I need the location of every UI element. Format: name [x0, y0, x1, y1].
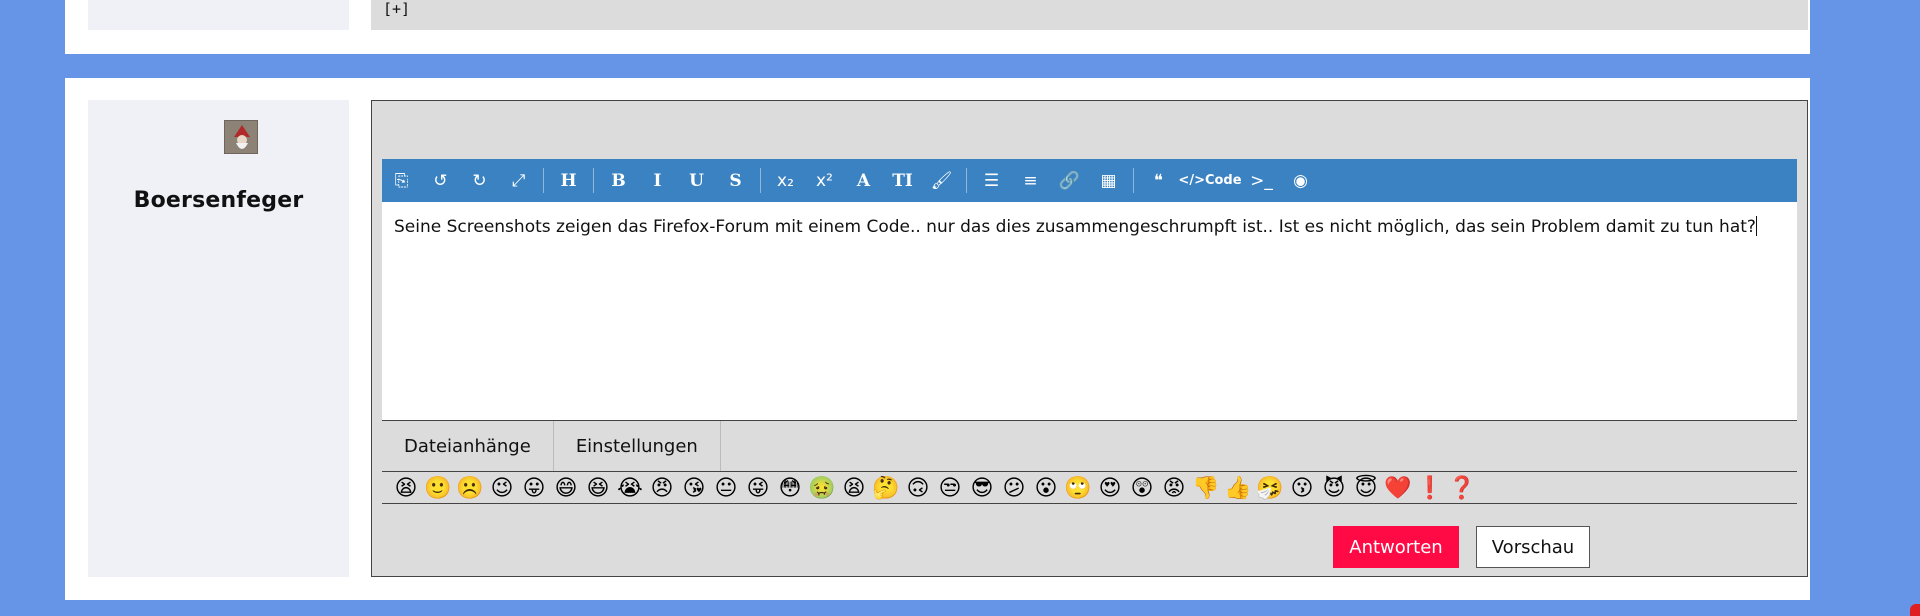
emoji-8-icon[interactable]: 😠: [648, 474, 676, 502]
emoji-32-icon[interactable]: ❗: [1416, 474, 1444, 502]
color-brush-icon[interactable]: 🖌: [922, 159, 961, 202]
emoji-9-icon[interactable]: 😘: [680, 474, 708, 502]
toolbar-separator: [760, 168, 761, 193]
text-caret: [1755, 216, 1757, 236]
emoji-10-icon[interactable]: 😐: [712, 474, 740, 502]
italic-icon[interactable]: I: [638, 159, 677, 202]
font-size-icon[interactable]: TI: [883, 159, 922, 202]
heading-icon[interactable]: H: [549, 159, 588, 202]
reply-editor: ⎘ ↺ ↻ ⤢ H B I U Sx₂ x² A TI 🖌 ☰ ≡ 🔗 ▦ ❝ </>Code >_ ◉ Seine S…: [371, 100, 1808, 577]
emoji-1-icon[interactable]: 🙂: [424, 474, 452, 502]
editor-tabs: Dateianhänge Einstellungen: [382, 420, 1797, 472]
code-icon[interactable]: </>Code: [1178, 159, 1242, 202]
preview-button[interactable]: Vorschau: [1476, 526, 1590, 568]
emoji-21-icon[interactable]: 🙄: [1064, 474, 1092, 502]
emoji-30-icon[interactable]: 😇: [1352, 474, 1380, 502]
avatar-image: [225, 121, 257, 153]
bold-icon[interactable]: B: [599, 159, 638, 202]
emoji-13-icon[interactable]: 🤢: [808, 474, 836, 502]
quote-icon[interactable]: ❝: [1139, 159, 1178, 202]
emoji-bar: 😫 🙂 ☹️ 😉 😛 😄 😆 😭 😠 😘 😐 😜 😳 🤢 😫 🤔 🙃 😒 😎 😕 😮 🙄 😍 😲 😡 👎 👍 🤧 😗 😈 😇 ❤️ ❗ ❓: [382, 473, 1797, 504]
toolbar-separator: [593, 168, 594, 193]
emoji-7-icon[interactable]: 😭: [616, 474, 644, 502]
toolbar-separator: [543, 168, 544, 193]
maximize-icon[interactable]: ⤢: [499, 159, 538, 202]
emoji-6-icon[interactable]: 😆: [584, 474, 612, 502]
previous-post-content: [371, 0, 1808, 30]
emoji-19-icon[interactable]: 😕: [1000, 474, 1028, 502]
emoji-28-icon[interactable]: 😗: [1288, 474, 1316, 502]
emoji-17-icon[interactable]: 😒: [936, 474, 964, 502]
emoji-29-icon[interactable]: 😈: [1320, 474, 1348, 502]
emoji-11-icon[interactable]: 😜: [744, 474, 772, 502]
reply-card: Boersenfeger ⎘ ↺ ↻ ⤢ H B I U Sx₂ x² A TI 🖌 ☰ ≡ 🔗 ▦ ❝ </>Co…: [65, 78, 1810, 600]
strikethrough-icon[interactable]: S: [716, 159, 755, 202]
emoji-18-icon[interactable]: 😎: [968, 474, 996, 502]
emoji-3-icon[interactable]: 😉: [488, 474, 516, 502]
avatar[interactable]: [224, 120, 258, 154]
previous-post-profile: [88, 0, 349, 30]
source-icon[interactable]: ⎘: [382, 159, 421, 202]
inline-code-icon[interactable]: >_: [1242, 159, 1281, 202]
emoji-12-icon[interactable]: 😳: [776, 474, 804, 502]
emoji-16-icon[interactable]: 🙃: [904, 474, 932, 502]
superscript-icon[interactable]: x²: [805, 159, 844, 202]
author-username[interactable]: Boersenfeger: [88, 188, 349, 213]
emoji-20-icon[interactable]: 😮: [1032, 474, 1060, 502]
emoji-15-icon[interactable]: 🤔: [872, 474, 900, 502]
spoiler-icon[interactable]: ◉: [1281, 159, 1320, 202]
emoji-26-icon[interactable]: 👍: [1224, 474, 1252, 502]
emoji-0-icon[interactable]: 😫: [392, 474, 420, 502]
expand-toggle[interactable]: [+]: [383, 0, 410, 18]
previous-post-card: [+]: [65, 0, 1810, 54]
tab-settings[interactable]: Einstellungen: [554, 421, 721, 471]
scroll-indicator: [1910, 604, 1920, 616]
font-icon[interactable]: A: [844, 159, 883, 202]
toolbar-separator: [966, 168, 967, 193]
emoji-24-icon[interactable]: 😡: [1160, 474, 1188, 502]
emoji-2-icon[interactable]: ☹️: [456, 474, 484, 502]
editor-toolbar: ⎘ ↺ ↻ ⤢ H B I U Sx₂ x² A TI 🖌 ☰ ≡ 🔗 ▦ ❝ </>Code >_ ◉: [382, 159, 1797, 202]
emoji-4-icon[interactable]: 😛: [520, 474, 548, 502]
emoji-25-icon[interactable]: 👎: [1192, 474, 1220, 502]
message-textarea[interactable]: Seine Screenshots zeigen das Firefox-For…: [382, 202, 1797, 420]
table-icon[interactable]: ▦: [1089, 159, 1128, 202]
emoji-31-icon[interactable]: ❤️: [1384, 474, 1412, 502]
message-text: Seine Screenshots zeigen das Firefox-For…: [394, 217, 1756, 237]
emoji-22-icon[interactable]: 😍: [1096, 474, 1124, 502]
subscript-icon[interactable]: x₂: [766, 159, 805, 202]
emoji-5-icon[interactable]: 😄: [552, 474, 580, 502]
submit-reply-button[interactable]: Antworten: [1333, 526, 1459, 568]
emoji-27-icon[interactable]: 🤧: [1256, 474, 1284, 502]
toolbar-separator: [1133, 168, 1134, 193]
underline-icon[interactable]: U: [677, 159, 716, 202]
emoji-33-icon[interactable]: ❓: [1448, 474, 1476, 502]
list-icon[interactable]: ☰: [972, 159, 1011, 202]
tab-attachments[interactable]: Dateianhänge: [382, 421, 554, 471]
emoji-14-icon[interactable]: 😫: [840, 474, 868, 502]
author-profile: Boersenfeger: [88, 100, 349, 577]
undo-icon[interactable]: ↺: [421, 159, 460, 202]
redo-icon[interactable]: ↻: [460, 159, 499, 202]
emoji-23-icon[interactable]: 😲: [1128, 474, 1156, 502]
align-icon[interactable]: ≡: [1011, 159, 1050, 202]
link-icon[interactable]: 🔗: [1050, 159, 1089, 202]
